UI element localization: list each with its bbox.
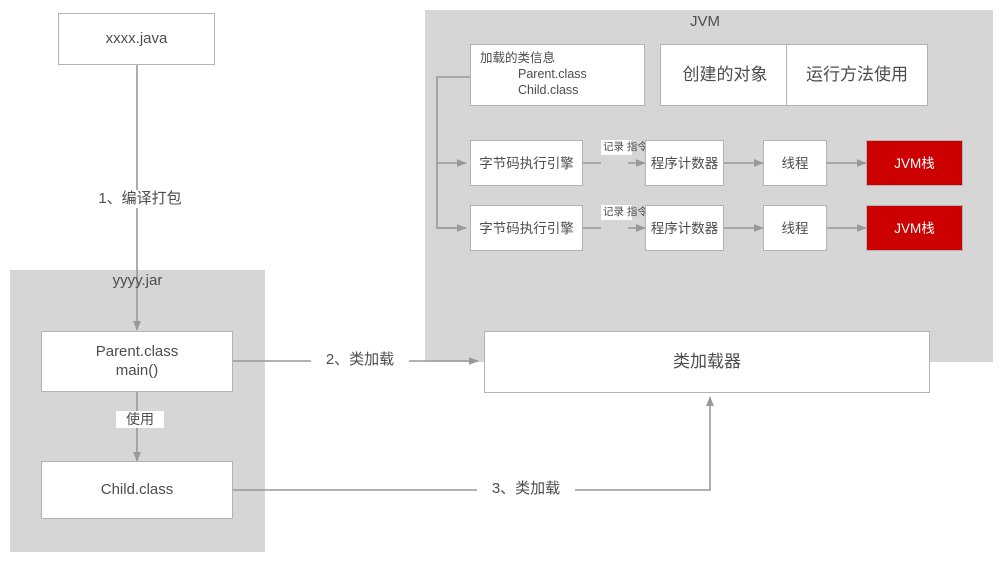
method-runtime-label: 运行方法使用 [806,65,908,85]
class-load-step3-label: 3、类加载 [477,480,575,499]
program-counter-label-1: 程序计数器 [650,155,719,171]
bytecode-engine-box-2: 字节码执行引擎 [470,205,583,251]
created-objects-box: 创建的对象 [660,44,790,106]
java-source-box: xxxx.java [58,13,215,65]
java-source-label: xxxx.java [105,29,168,47]
pc-edge-label-2-line1: 记录 [603,206,624,218]
created-objects-label: 创建的对象 [682,65,768,85]
loaded-class-entry-child: Child.class [518,82,579,97]
loaded-class-info-box: 加载的类信息 Parent.class Child.class [470,44,645,106]
thread-box-2: 线程 [763,205,827,251]
child-class-label: Child.class [100,480,174,498]
parent-main-method-label: main() [115,361,159,379]
thread-box-1: 线程 [763,140,827,186]
use-edge-label: 使用 [116,411,164,429]
parent-class-box: Parent.class main() [41,331,233,392]
jvm-stack-label-2: JVM栈 [894,220,935,236]
jvm-stack-box-2: JVM栈 [866,205,963,251]
class-loader-box: 类加载器 [484,331,930,393]
pc-edge-label-1-line1: 记录 [603,141,624,153]
jvm-stack-box-1: JVM栈 [866,140,963,186]
program-counter-box-2: 程序计数器 [645,205,724,251]
thread-label-2: 线程 [781,220,809,236]
loaded-class-info-heading: 加载的类信息 [480,51,556,66]
program-counter-label-2: 程序计数器 [650,220,719,236]
pc-edge-label-2: 记录 指令 位置 [601,205,672,220]
jvm-stack-label-1: JVM栈 [894,155,935,171]
program-counter-box-1: 程序计数器 [645,140,724,186]
jvm-panel-title: JVM [690,13,720,30]
loaded-class-entry-parent: Parent.class [518,67,587,82]
thread-label-1: 线程 [781,155,809,171]
pc-edge-label-1: 记录 指令 位置 [601,140,672,155]
parent-class-label: Parent.class [95,342,179,360]
class-loader-label: 类加载器 [673,352,741,372]
jar-label: yyyy.jar [112,272,163,289]
class-load-step2-label: 2、类加载 [311,351,409,370]
bytecode-engine-box-1: 字节码执行引擎 [470,140,583,186]
method-runtime-box: 运行方法使用 [786,44,928,106]
compile-step-label: 1、编译打包 [80,190,200,209]
child-class-box: Child.class [41,461,233,519]
bytecode-engine-label-2: 字节码执行引擎 [479,220,574,236]
bytecode-engine-label-1: 字节码执行引擎 [479,155,574,171]
diagram-canvas: JVM 加载的类信息 Parent.class Child.class 创建的对… [0,0,1005,565]
